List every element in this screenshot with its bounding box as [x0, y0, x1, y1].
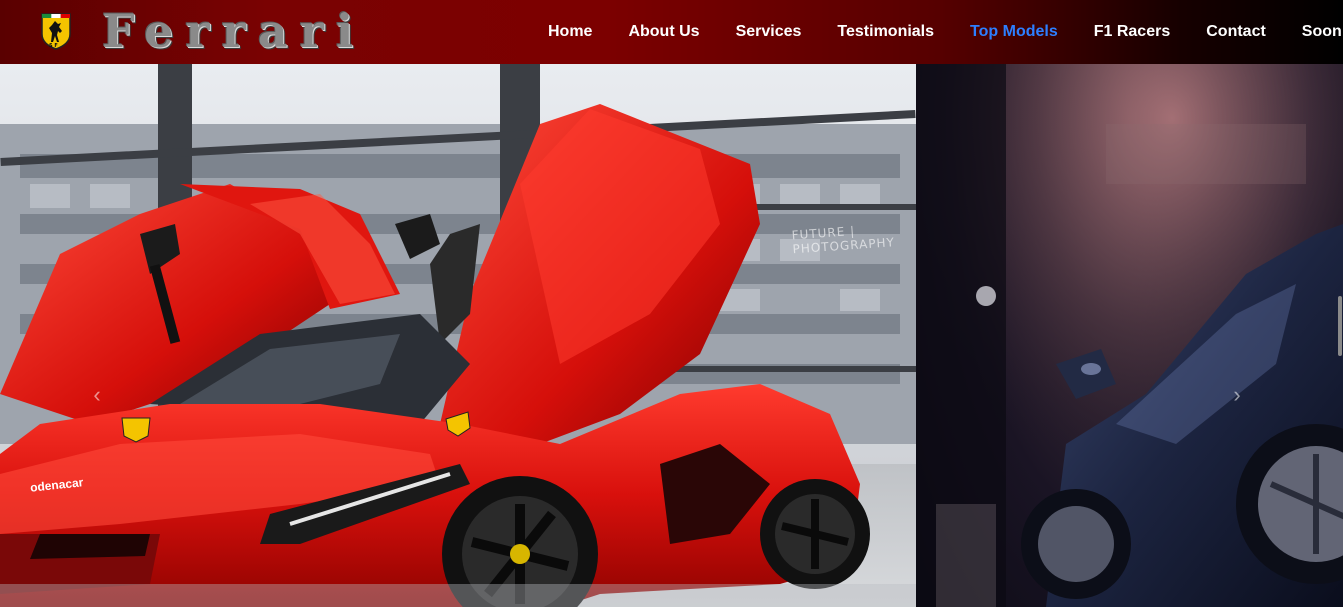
- main-nav: Home About Us Services Testimonials Top …: [530, 0, 1342, 64]
- scrollbar-thumb[interactable]: [1338, 296, 1342, 356]
- nav-top-models[interactable]: Top Models: [970, 23, 1058, 41]
- nav-f1-racers[interactable]: F1 Racers: [1094, 23, 1171, 41]
- carousel-slide-dark-car: [916, 64, 1343, 607]
- nav-home[interactable]: Home: [548, 23, 592, 41]
- red-supercar-photo: [0, 64, 916, 607]
- nav-about-us[interactable]: About Us: [628, 23, 699, 41]
- nav-soon[interactable]: Soon: [1302, 23, 1342, 41]
- nav-testimonials[interactable]: Testimonials: [837, 23, 934, 41]
- nav-services[interactable]: Services: [736, 23, 802, 41]
- nav-contact[interactable]: Contact: [1206, 23, 1266, 41]
- prancing-horse-shield-icon[interactable]: S F: [40, 12, 72, 50]
- carousel-slide-red-supercar: FUTURE | PHOTOGRAPHY odenacar: [0, 64, 916, 607]
- header-bar: S F Ferrari Home About Us Services Testi…: [0, 0, 1343, 64]
- dark-car-photo: [916, 64, 1343, 607]
- chevron-left-icon[interactable]: ‹: [86, 384, 108, 406]
- chevron-right-icon[interactable]: ›: [1226, 384, 1248, 406]
- svg-text:S F: S F: [49, 43, 58, 49]
- hero-carousel: FUTURE | PHOTOGRAPHY odenacar ‹ ›: [0, 64, 1343, 607]
- page-scrollbar[interactable]: [1337, 64, 1343, 607]
- brand-wordmark[interactable]: Ferrari: [102, 4, 442, 58]
